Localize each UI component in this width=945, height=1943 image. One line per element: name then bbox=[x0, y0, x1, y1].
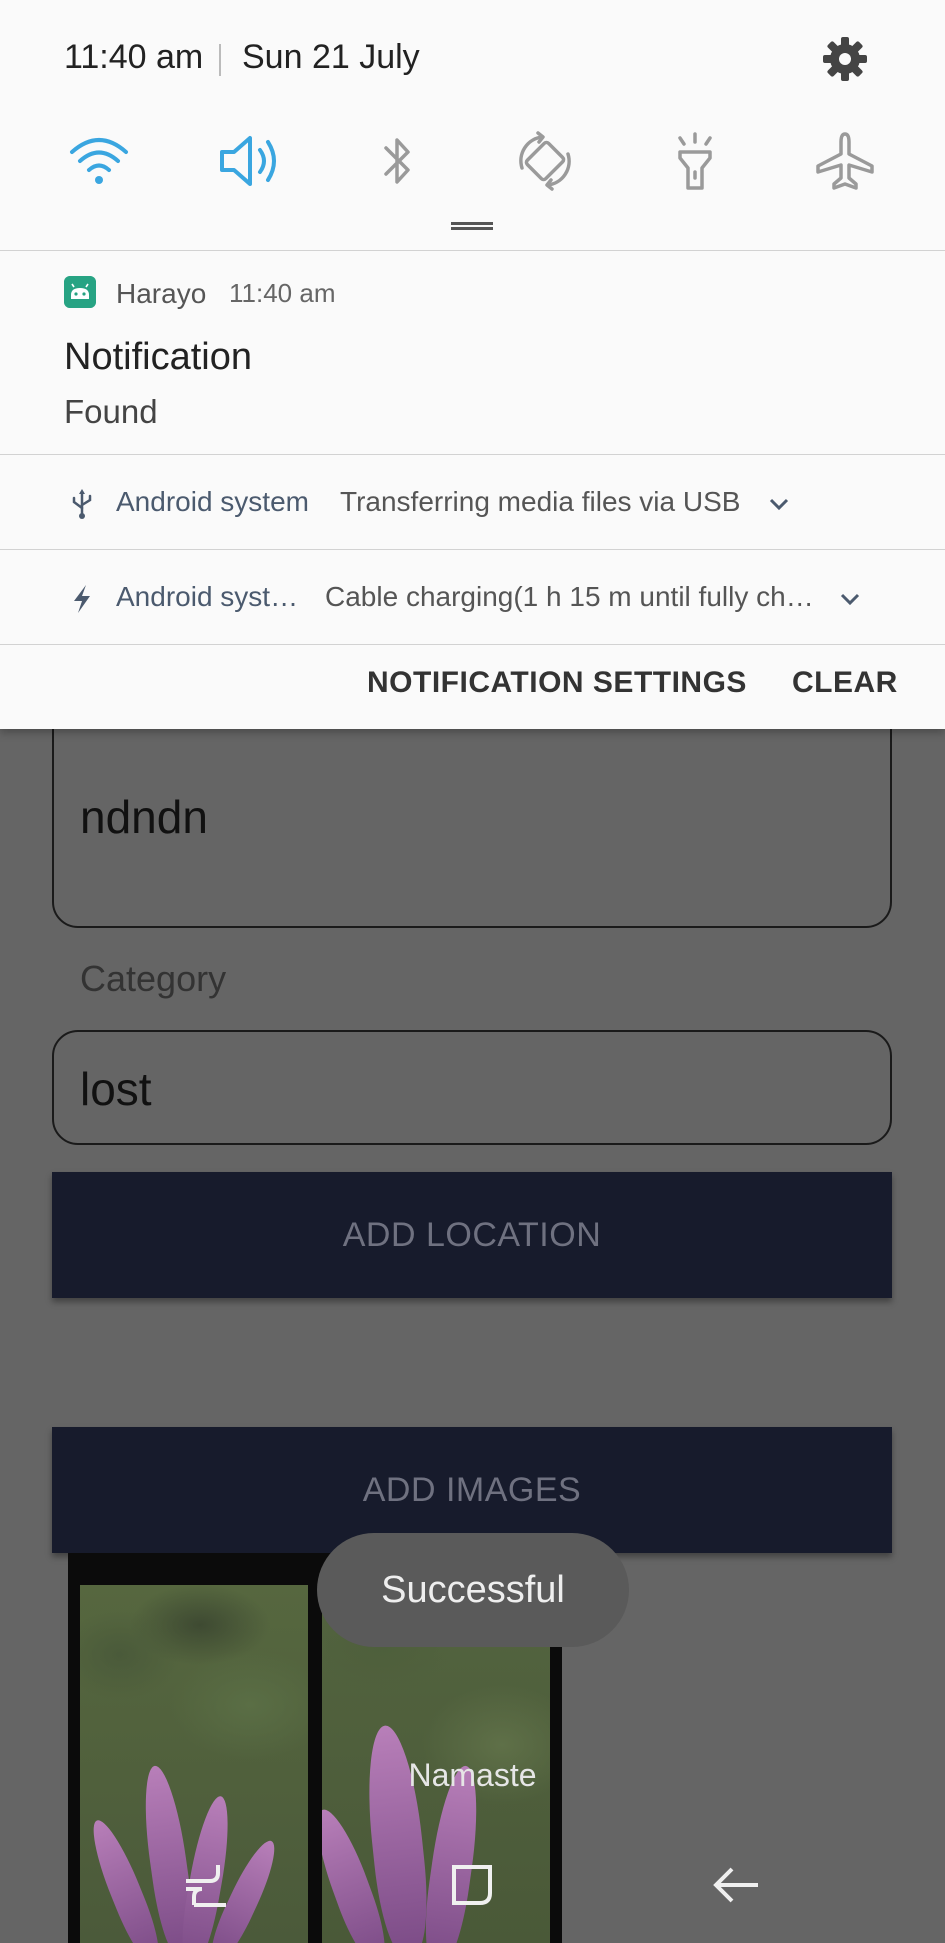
notification-time: 11:40 am bbox=[229, 278, 336, 308]
divider bbox=[0, 644, 945, 645]
category-value: lost bbox=[80, 1063, 152, 1115]
system-notification-app: Android system bbox=[116, 486, 309, 517]
airplane-mode-icon[interactable] bbox=[812, 128, 878, 194]
description-field[interactable]: ndndn bbox=[52, 700, 892, 928]
usb-icon bbox=[72, 489, 92, 519]
category-field[interactable]: lost bbox=[52, 1030, 892, 1145]
overlay-caption: Namaste bbox=[408, 1757, 537, 1793]
navigation-bar bbox=[0, 1823, 945, 1943]
usb-notification[interactable]: Android system Transferring media files … bbox=[0, 456, 945, 550]
wifi-icon[interactable] bbox=[66, 128, 132, 194]
add-location-button[interactable]: ADD LOCATION bbox=[52, 1172, 892, 1298]
notification-shade: 11:40 am Sun 21 July Harayo 11:40 am Not… bbox=[0, 0, 945, 729]
back-icon[interactable] bbox=[704, 1853, 768, 1917]
chevron-down-icon[interactable] bbox=[767, 492, 791, 516]
bluetooth-icon[interactable] bbox=[364, 128, 430, 194]
android-app-icon bbox=[64, 276, 96, 308]
description-value: ndndn bbox=[80, 791, 208, 843]
category-label: Category bbox=[80, 958, 227, 999]
shade-drag-handle[interactable] bbox=[451, 222, 493, 230]
status-separator bbox=[219, 44, 221, 76]
status-time: 11:40 am bbox=[64, 38, 204, 76]
toast-message: Successful bbox=[317, 1533, 629, 1647]
flashlight-icon[interactable] bbox=[662, 128, 728, 194]
system-notification-text: Cable charging(1 h 15 m until fully ch… bbox=[325, 581, 814, 612]
recent-apps-icon[interactable] bbox=[174, 1853, 238, 1917]
sound-icon[interactable] bbox=[216, 128, 282, 194]
auto-rotate-icon[interactable] bbox=[512, 128, 578, 194]
system-notification-text: Transferring media files via USB bbox=[340, 486, 741, 517]
status-date: Sun 21 July bbox=[242, 38, 420, 76]
notification-app-name: Harayo bbox=[116, 278, 207, 309]
home-icon[interactable] bbox=[440, 1853, 504, 1917]
divider bbox=[0, 250, 945, 251]
notification-settings-button[interactable]: NOTIFICATION SETTINGS bbox=[367, 666, 747, 700]
notification-text: Found bbox=[64, 393, 158, 430]
charging-icon bbox=[74, 585, 90, 613]
charging-notification[interactable]: Android syst… Cable charging(1 h 15 m un… bbox=[0, 551, 945, 645]
system-notification-app: Android syst… bbox=[116, 581, 299, 612]
gear-icon[interactable] bbox=[820, 34, 870, 84]
chevron-down-icon[interactable] bbox=[838, 587, 862, 611]
notification-title: Notification bbox=[64, 336, 252, 378]
divider bbox=[0, 549, 945, 550]
clear-button[interactable]: CLEAR bbox=[792, 666, 898, 700]
divider bbox=[0, 454, 945, 455]
